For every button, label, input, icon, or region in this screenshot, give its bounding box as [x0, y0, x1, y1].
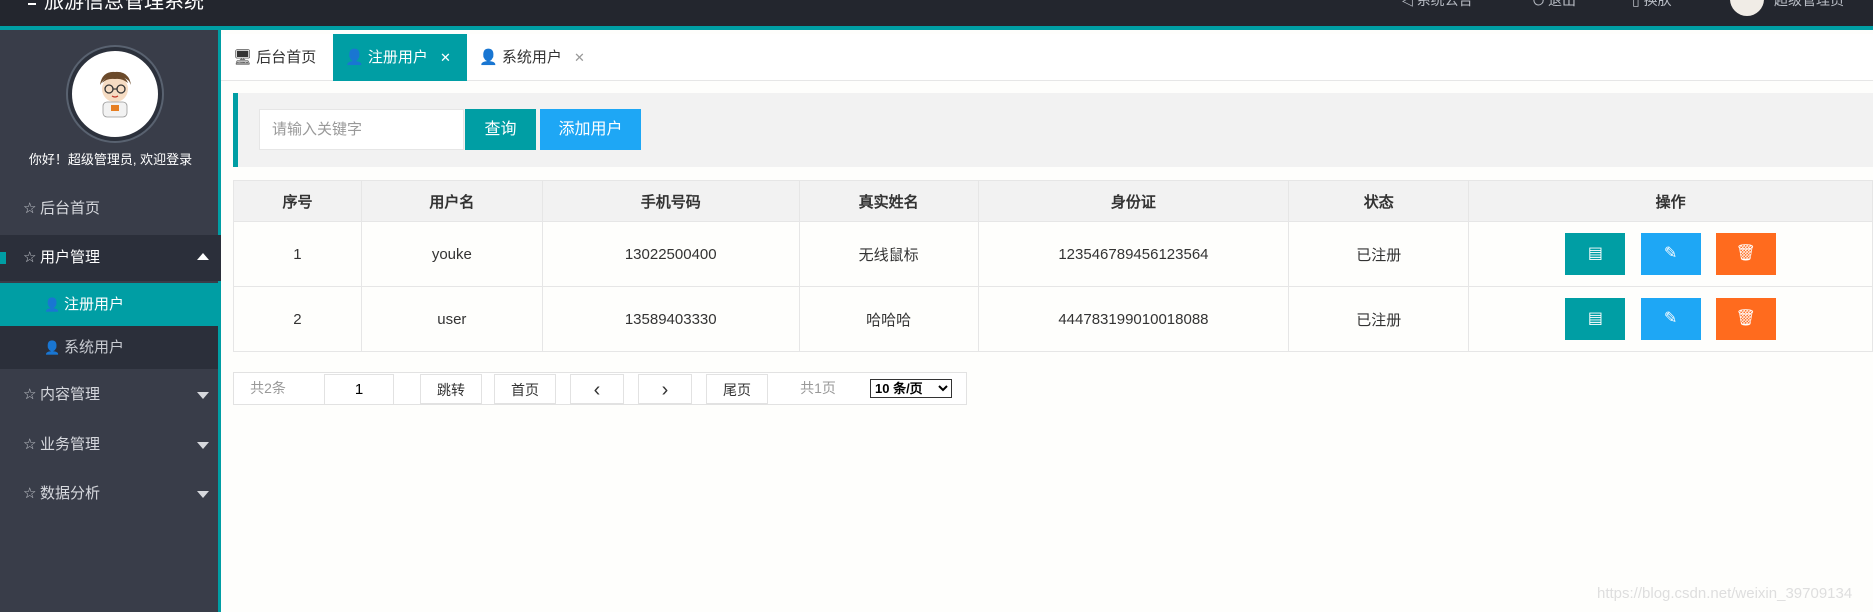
top-header: 旅游信息管理系统 ◁ 系统公告 ⏻ 退出 ▯ 换肤 超级管理员: [0, 0, 1873, 30]
logout-icon: ⏻: [1533, 0, 1548, 8]
column-header: 序号: [233, 180, 362, 222]
sidebar-item-business-management[interactable]: ☆ 业务管理: [0, 422, 221, 468]
view-button[interactable]: ▤: [1565, 233, 1626, 275]
document-icon: ▤: [1587, 245, 1603, 262]
close-icon[interactable]: ✕: [440, 50, 451, 65]
tab-dashboard[interactable]: 🖥 后台首页: [233, 34, 337, 81]
chevron-left-icon: ‹: [593, 379, 601, 401]
cell-username: youke: [360, 221, 543, 287]
app-title: 旅游信息管理系统: [28, 0, 204, 13]
avatar: [68, 47, 162, 141]
theme-icon: ▯: [1632, 0, 1644, 8]
edit-icon: ✎: [1663, 245, 1678, 262]
column-header: 手机号码: [541, 180, 800, 222]
delete-icon: 🗑: [1735, 310, 1756, 327]
cell-index: 2: [233, 286, 362, 352]
user-icon: 👤: [44, 297, 61, 312]
page-size-select[interactable]: 10 条/页: [870, 379, 952, 398]
star-icon: ☆: [23, 200, 37, 217]
next-page-button[interactable]: ›: [638, 374, 692, 404]
last-page-button[interactable]: 尾页: [706, 374, 768, 404]
delete-button[interactable]: 🗑: [1715, 298, 1776, 340]
document-icon: ▤: [1587, 310, 1603, 327]
monitor-icon: 🖥: [233, 49, 253, 66]
column-header: 身份证: [977, 180, 1290, 222]
users-table: 序号 用户名 手机号码 真实姓名 身份证 状态 操作 1 youke 13022…: [233, 180, 1873, 352]
total-pages: 共1页: [800, 380, 836, 396]
sidebar-item-registered-users[interactable]: 👤 注册用户: [0, 283, 218, 326]
caret-down-icon: [197, 392, 209, 399]
cartoon-avatar-icon: [100, 71, 131, 118]
star-icon: ☆: [23, 485, 37, 502]
star-icon: ☆: [23, 386, 37, 403]
table-row: 1 youke 13022500400 无线鼠标 123546789456123…: [233, 221, 1873, 287]
cell-id-card: 444783199010018088: [977, 286, 1290, 352]
watermark: https://blog.csdn.net/weixin_39709134: [1597, 585, 1853, 602]
query-button[interactable]: 查询: [465, 109, 536, 150]
header-theme-link[interactable]: ▯ 换肤: [1632, 0, 1672, 10]
cell-id-card: 123546789456123564: [977, 221, 1290, 287]
header-logout-link[interactable]: ⏻ 退出: [1533, 0, 1576, 10]
star-icon: ☆: [23, 436, 37, 453]
user-icon: 👤: [44, 340, 61, 355]
sidebar-item-user-management[interactable]: ☆ 用户管理: [0, 235, 221, 281]
caret-down-icon: [197, 491, 209, 498]
cell-status: 已注册: [1288, 221, 1470, 287]
view-button[interactable]: ▤: [1565, 298, 1626, 340]
sidebar: 你好！超级管理员, 欢迎登录 ☆ 后台首页 ☆ 用户管理 👤 注册用户 👤 系统用户 ☆…: [0, 30, 221, 612]
table-row: 2 user 13589403330 哈哈哈 44478319901001808…: [233, 286, 1873, 352]
column-header: 用户名: [360, 180, 543, 222]
caret-down-icon: [197, 442, 209, 449]
prev-page-button[interactable]: ‹: [570, 374, 624, 404]
edit-icon: ✎: [1663, 310, 1678, 327]
cell-actions: ▤ ✎ 🗑: [1468, 286, 1873, 352]
chevron-right-icon: ›: [661, 379, 669, 401]
star-icon: ☆: [23, 249, 37, 266]
user-icon: 👤: [479, 49, 498, 66]
pagination: 共2条 跳转 首页 ‹ › 尾页 共1页 10 条/页: [233, 372, 967, 405]
keyword-search-input[interactable]: [259, 109, 464, 150]
cell-real-name: 哈哈哈: [798, 286, 979, 352]
tab-system-users[interactable]: 👤 系统用户 ✕: [475, 34, 595, 81]
cell-phone: 13589403330: [541, 286, 800, 352]
cell-status: 已注册: [1288, 286, 1470, 352]
table-header-row: 序号 用户名 手机号码 真实姓名 身份证 状态 操作: [233, 180, 1873, 222]
edit-button[interactable]: ✎: [1640, 298, 1701, 340]
tab-bar: 🖥 后台首页 👤 注册用户 ✕ 👤 系统用户 ✕: [221, 34, 1873, 81]
tab-registered-users[interactable]: 👤 注册用户 ✕: [333, 34, 467, 81]
announcement-icon: ◁: [1402, 0, 1417, 8]
header-avatar[interactable]: [1730, 0, 1764, 16]
sidebar-item-content-management[interactable]: ☆ 内容管理: [0, 372, 221, 418]
delete-icon: 🗑: [1735, 245, 1756, 262]
column-header: 操作: [1468, 180, 1873, 222]
cell-index: 1: [233, 221, 362, 287]
page-number-input[interactable]: [324, 374, 394, 405]
jump-button[interactable]: 跳转: [420, 374, 482, 404]
add-user-button[interactable]: 添加用户: [540, 109, 641, 150]
sidebar-item-data-analysis[interactable]: ☆ 数据分析: [0, 471, 221, 517]
header-announcement-link[interactable]: ◁ 系统公告: [1402, 0, 1473, 10]
first-page-button[interactable]: 首页: [494, 374, 556, 404]
cell-phone: 13022500400: [541, 221, 800, 287]
welcome-greeting: 你好！超级管理员, 欢迎登录: [28, 152, 193, 167]
cell-real-name: 无线鼠标: [798, 221, 979, 287]
caret-up-icon: [197, 253, 209, 260]
sidebar-item-dashboard[interactable]: ☆ 后台首页: [0, 186, 221, 232]
search-toolbar: 查询 添加用户: [233, 93, 1873, 167]
header-user-name[interactable]: 超级管理员: [1774, 0, 1844, 10]
cell-username: user: [360, 286, 543, 352]
column-header: 真实姓名: [798, 180, 979, 222]
edit-button[interactable]: ✎: [1640, 233, 1701, 275]
total-count: 共2条: [250, 380, 286, 396]
delete-button[interactable]: 🗑: [1715, 233, 1776, 275]
column-header: 状态: [1288, 180, 1470, 222]
cell-actions: ▤ ✎ 🗑: [1468, 221, 1873, 287]
user-icon: 👤: [345, 49, 364, 66]
close-icon[interactable]: ✕: [574, 50, 585, 65]
sidebar-item-system-users[interactable]: 👤 系统用户: [0, 326, 218, 369]
